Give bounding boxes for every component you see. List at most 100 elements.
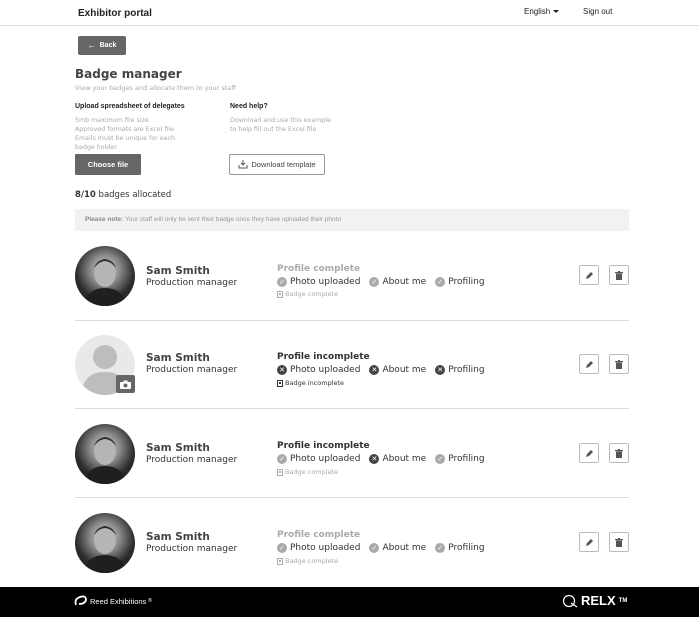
check-circle-icon: ✓: [277, 543, 287, 553]
check-circle-icon: ✓: [369, 277, 380, 287]
person-photo-icon: [83, 526, 127, 573]
check-about: ✓ About me: [369, 277, 426, 287]
pencil-icon: [585, 449, 593, 457]
brand-title: Exhibitor portal: [78, 8, 152, 19]
download-template-label: Download template: [251, 160, 316, 169]
reed-exhibitions-logo[interactable]: Reed Exhibitions ®: [74, 595, 152, 607]
check-label: About me: [382, 277, 427, 287]
camera-button[interactable]: [116, 375, 135, 393]
edit-button[interactable]: [579, 532, 599, 552]
delete-button[interactable]: [609, 443, 629, 463]
badge-icon: [277, 468, 283, 476]
delete-button[interactable]: [609, 532, 629, 552]
profile-checks: ✕ Photo uploaded ✕ About me ✕ Profiling: [277, 365, 485, 375]
profile-status: Profile complete: [277, 530, 361, 540]
upload-info-line: 5mb maximum file size: [75, 117, 149, 124]
row-divider: [75, 497, 629, 498]
check-about: ✓ About me: [369, 543, 426, 553]
staff-row: Sam Smith Production manager Profile com…: [75, 246, 629, 335]
note-banner: Please note: Your staff will only be sen…: [75, 209, 629, 231]
person-photo-icon: [83, 437, 127, 484]
arrow-left-icon: ←: [87, 41, 96, 50]
badge-label: Badge incomplete: [285, 379, 345, 387]
check-label: About me: [382, 454, 427, 464]
check-label: Profiling: [448, 277, 485, 287]
reed-logo-mark: ®: [148, 598, 152, 604]
upload-heading: Upload spreadsheet of delegates: [75, 103, 185, 110]
trash-icon: [615, 537, 623, 547]
avatar: [75, 513, 135, 573]
badges-allocated: 8/10 badges allocated: [75, 190, 171, 200]
relx-logo-text: RELX: [581, 593, 616, 608]
check-profiling: ✓ Profiling: [435, 543, 485, 553]
check-label: About me: [382, 543, 427, 553]
relx-trademark: TM: [618, 597, 628, 604]
help-info-line: to help fill out the Excel file: [230, 126, 317, 133]
edit-button[interactable]: [579, 354, 599, 374]
check-circle-icon: ✓: [435, 277, 446, 287]
x-circle-icon: ✕: [277, 365, 287, 375]
delete-button[interactable]: [609, 265, 629, 285]
check-photo: ✓ Photo uploaded: [277, 454, 360, 464]
badge-label: Badge complete: [285, 557, 339, 565]
check-photo: ✓ Photo uploaded: [277, 277, 360, 287]
pencil-icon: [585, 360, 593, 368]
help-heading: Need help?: [230, 103, 268, 110]
profile-checks: ✓ Photo uploaded ✓ About me ✓ Profiling: [277, 543, 485, 553]
back-label: Back: [99, 42, 117, 49]
pencil-icon: [585, 271, 593, 279]
reed-logo-text: Reed Exhibitions: [90, 596, 147, 606]
page-title: Badge manager: [75, 67, 182, 81]
staff-role: Production manager: [146, 544, 238, 554]
check-label: Photo uploaded: [290, 277, 361, 287]
check-profiling: ✓ Profiling: [435, 454, 485, 464]
top-bar: Exhibitor portal English Sign out: [0, 0, 699, 26]
check-profiling: ✕ Profiling: [435, 365, 485, 375]
staff-name: Sam Smith: [146, 442, 210, 454]
upload-info-line: Emails must be unique for each: [75, 135, 175, 142]
staff-name: Sam Smith: [146, 265, 210, 277]
profile-status: Profile incomplete: [277, 352, 370, 362]
check-circle-icon: ✓: [369, 543, 380, 553]
profile-status: Profile complete: [277, 264, 361, 274]
profile-checks: ✓ Photo uploaded ✕ About me ✓ Profiling: [277, 454, 485, 464]
upload-info-line: badge holder: [75, 144, 117, 151]
check-circle-icon: ✓: [435, 543, 446, 553]
profile-checks: ✓ Photo uploaded ✓ About me ✓ Profiling: [277, 277, 485, 287]
badge-status: Badge complete: [277, 557, 338, 565]
check-label: Photo uploaded: [290, 365, 361, 375]
delete-button[interactable]: [609, 354, 629, 374]
check-circle-icon: ✓: [435, 454, 446, 464]
relx-logo[interactable]: RELX TM: [562, 593, 627, 608]
badge-label: Badge complete: [285, 468, 339, 476]
check-label: Photo uploaded: [290, 454, 361, 464]
choose-file-button[interactable]: Choose file: [75, 154, 141, 175]
avatar: [75, 424, 135, 484]
edit-button[interactable]: [579, 443, 599, 463]
sign-out-link[interactable]: Sign out: [583, 7, 612, 16]
staff-role: Production manager: [146, 278, 238, 288]
check-label: Profiling: [448, 365, 485, 375]
allocated-suffix: badges allocated: [95, 190, 172, 200]
staff-name: Sam Smith: [146, 352, 210, 364]
language-selector[interactable]: English: [524, 7, 560, 16]
language-label: English: [524, 7, 551, 16]
staff-role: Production manager: [146, 365, 238, 375]
footer: Reed Exhibitions ® RELX TM: [0, 587, 699, 617]
badge-label: Badge complete: [285, 290, 339, 298]
check-about: ✕ About me: [369, 454, 426, 464]
edit-button[interactable]: [579, 265, 599, 285]
relx-logo-icon: [562, 594, 578, 607]
pencil-icon: [585, 538, 593, 546]
badge-icon: [277, 379, 283, 387]
check-profiling: ✓ Profiling: [435, 277, 485, 287]
upload-info: 5mb maximum file size Approved formats a…: [75, 116, 175, 152]
x-circle-icon: ✕: [369, 454, 380, 464]
back-button[interactable]: ← Back: [78, 36, 126, 55]
download-template-button[interactable]: Download template: [229, 154, 325, 175]
download-icon: [238, 160, 248, 169]
check-photo: ✓ Photo uploaded: [277, 543, 360, 553]
badge-status: Badge complete: [277, 290, 338, 298]
staff-role: Production manager: [146, 455, 238, 465]
badge-icon: [277, 557, 283, 565]
